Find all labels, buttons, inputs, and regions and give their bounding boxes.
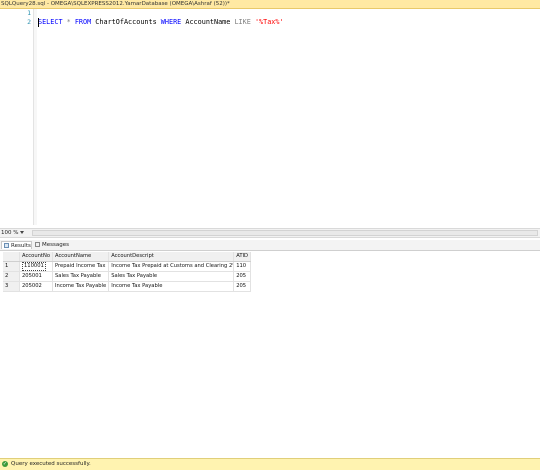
table-cell[interactable]: Income Tax Payable	[52, 281, 110, 292]
keyword-where: WHERE	[160, 18, 182, 26]
table-cell[interactable]: 205001	[19, 271, 53, 282]
table-cell[interactable]: Sales Tax Payable	[52, 271, 110, 282]
results-tab-strip: Results Messages	[0, 240, 540, 251]
table-row[interactable]: 2 205001 Sales Tax Payable Sales Tax Pay…	[3, 271, 252, 282]
window-title: SQLQuery28.sql - OMEGA\SQLEXPRESS2012.Ya…	[1, 1, 230, 7]
keyword-select: SELECT	[38, 18, 63, 26]
line-number: 1	[27, 9, 31, 17]
keyword-from: FROM	[74, 18, 92, 26]
header-row: AccountNo AccountName AccountDescript AT…	[3, 252, 252, 262]
row-number[interactable]: 2	[3, 271, 20, 282]
keyword-like: LIKE	[234, 18, 251, 26]
row-number[interactable]: 1	[3, 261, 20, 272]
status-message: Query executed successfully.	[11, 461, 91, 467]
window-title-bar: SQLQuery28.sql - OMEGA\SQLEXPRESS2012.Ya…	[0, 0, 540, 9]
tab-messages[interactable]: Messages	[33, 241, 69, 249]
table-cell[interactable]: Income Tax Prepaid at Customs and Cleari…	[108, 261, 235, 272]
success-check-icon: ✓	[2, 461, 8, 467]
table-row[interactable]: 3 205002 Income Tax Payable Income Tax P…	[3, 281, 252, 292]
table-cell[interactable]: 205	[233, 281, 252, 292]
zoom-level[interactable]: 100 %	[1, 229, 18, 237]
status-bar: ✓ Query executed successfully.	[0, 458, 540, 470]
table-cell[interactable]: 205002	[19, 281, 53, 292]
results-table: AccountNo AccountName AccountDescript AT…	[3, 252, 252, 292]
select-star: *	[62, 18, 75, 26]
table-cell[interactable]: 205	[233, 271, 252, 282]
messages-icon	[35, 242, 40, 247]
selected-cell-value: 110001	[22, 262, 46, 271]
table-cell[interactable]: Income Tax Payable	[108, 281, 235, 292]
string-literal: '%Tax%'	[254, 18, 284, 26]
grid-icon	[4, 243, 9, 248]
column-header[interactable]: AccountName	[52, 252, 110, 262]
column-header[interactable]: AccountDescript	[108, 252, 235, 262]
table-cell[interactable]: Prepaid Income Tax	[52, 261, 110, 272]
chevron-down-icon[interactable]	[20, 231, 24, 234]
change-margin	[34, 9, 37, 225]
tab-results-label: Results	[11, 243, 31, 249]
query-text[interactable]: SELECT * FROM ChartOfAccounts WHERE Acco…	[38, 18, 284, 27]
tab-messages-label: Messages	[42, 242, 69, 248]
table-cell[interactable]: 110	[233, 261, 252, 272]
zoom-bar: 100 %	[0, 228, 540, 238]
table-name: ChartOfAccounts	[91, 18, 161, 26]
text-caret	[38, 18, 39, 27]
table-cell[interactable]: 110001	[19, 261, 53, 272]
query-editor[interactable]: 1 2 SELECT * FROM ChartOfAccounts WHERE …	[0, 9, 540, 225]
column-header[interactable]: AccountNo	[19, 252, 53, 262]
row-number[interactable]: 3	[3, 281, 20, 292]
results-grid[interactable]: AccountNo AccountName AccountDescript AT…	[0, 251, 540, 454]
table-cell[interactable]: Sales Tax Payable	[108, 271, 235, 282]
column-header[interactable]: ATID	[233, 252, 252, 262]
table-row[interactable]: 1 110001 Prepaid Income Tax Income Tax P…	[3, 261, 252, 272]
tab-results[interactable]: Results	[1, 241, 32, 249]
column-name: AccountName	[181, 18, 235, 26]
horizontal-scrollbar[interactable]	[32, 230, 538, 236]
row-header-corner[interactable]	[3, 252, 20, 262]
line-number: 2	[27, 18, 31, 26]
